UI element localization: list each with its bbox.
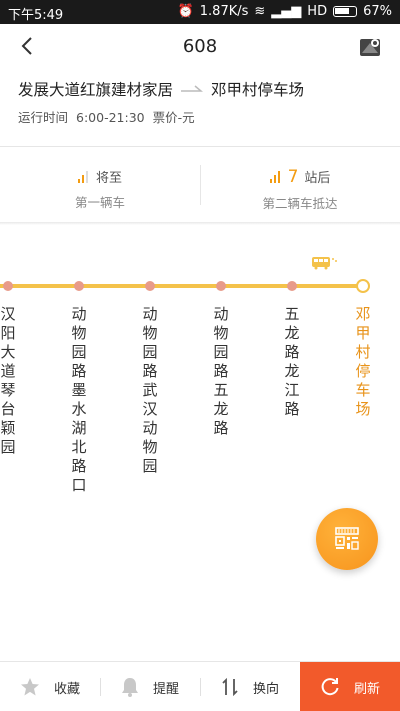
- route-to: 邓甲村停车场: [211, 81, 305, 99]
- hours-value: 6:00-21:30: [76, 110, 145, 125]
- remind-label: 提醒: [152, 681, 179, 697]
- bus-icon: [312, 257, 337, 270]
- route-endpoints: 发展大道红旗建材家居 邓甲村停车场: [18, 78, 304, 100]
- station-item[interactable]: 汉阳大道琴台颖园: [0, 305, 18, 457]
- station-item[interactable]: 动物园路武汉动物园: [140, 305, 160, 476]
- map-location-icon[interactable]: [358, 35, 382, 59]
- star-icon: [20, 678, 39, 696]
- station-dot: [3, 281, 13, 291]
- arrow-right-icon: [181, 85, 204, 92]
- second-bus-count: 7: [287, 167, 299, 187]
- station-item[interactable]: 动物园路五龙路: [211, 305, 231, 438]
- first-bus-label: 第一辆车: [74, 195, 125, 210]
- station-dot: [145, 281, 155, 291]
- favorite-button[interactable]: 收藏: [0, 662, 100, 711]
- signal-bars-icon: [77, 171, 90, 183]
- reverse-direction-button[interactable]: 换向: [200, 662, 300, 711]
- scan-qr-button[interactable]: [316, 508, 378, 570]
- route-from: 发展大道红旗建材家居: [18, 81, 174, 99]
- battery-icon: [333, 6, 358, 17]
- station-item-terminus[interactable]: 邓甲村停车场: [353, 305, 373, 419]
- title-bar: 608: [0, 24, 400, 70]
- reverse-label: 换向: [252, 681, 279, 697]
- station-dot: [287, 281, 297, 291]
- arrival-panel: 将至 第一辆车 7 站后 第二辆车抵达: [0, 147, 400, 223]
- fare: 票价-元: [152, 110, 195, 125]
- bottom-action-bar: 收藏 提醒 换向 刷新: [0, 661, 400, 711]
- hours-label: 运行时间: [18, 110, 69, 125]
- remind-button[interactable]: 提醒: [100, 662, 200, 711]
- alarm-icon: ⏰: [177, 4, 194, 19]
- route-line: [0, 284, 366, 288]
- net-speed: 1.87K/s: [199, 4, 249, 19]
- station-dot: [74, 281, 84, 291]
- refresh-label: 刷新: [353, 681, 380, 697]
- qr-code-icon: [335, 527, 359, 550]
- first-bus-info: 将至 第一辆车: [0, 147, 200, 223]
- station-item[interactable]: 动物园路墨水湖北路口: [69, 305, 89, 495]
- terminus-dot: [356, 279, 370, 293]
- battery-level: 67%: [363, 4, 392, 19]
- status-time: 下午5:49: [8, 8, 64, 23]
- wifi-icon: ≋: [254, 4, 266, 19]
- signal-bars-icon: [269, 171, 282, 183]
- swap-arrows-icon: [222, 677, 238, 697]
- station-dot: [216, 281, 226, 291]
- route-meta: 运行时间 6:00-21:30 票价-元: [18, 107, 203, 126]
- favorite-label: 收藏: [53, 681, 80, 697]
- network-type: HD: [307, 4, 328, 19]
- signal-icon: ▂▄▆: [271, 4, 302, 19]
- second-bus-info: 7 站后 第二辆车抵达: [200, 147, 400, 223]
- refresh-button[interactable]: 刷新: [300, 662, 400, 711]
- first-bus-status: 将至: [95, 171, 122, 186]
- second-bus-unit: 站后: [304, 171, 331, 186]
- refresh-icon: [321, 678, 339, 696]
- bell-icon: [121, 678, 138, 697]
- status-bar: 下午5:49 ⏰ 1.87K/s ≋ ▂▄▆ HD 67%: [0, 0, 400, 24]
- page-title: 608: [182, 36, 218, 57]
- divider: [0, 222, 400, 225]
- station-item[interactable]: 五龙路龙江路: [282, 305, 302, 419]
- second-bus-label: 第二辆车抵达: [262, 196, 338, 211]
